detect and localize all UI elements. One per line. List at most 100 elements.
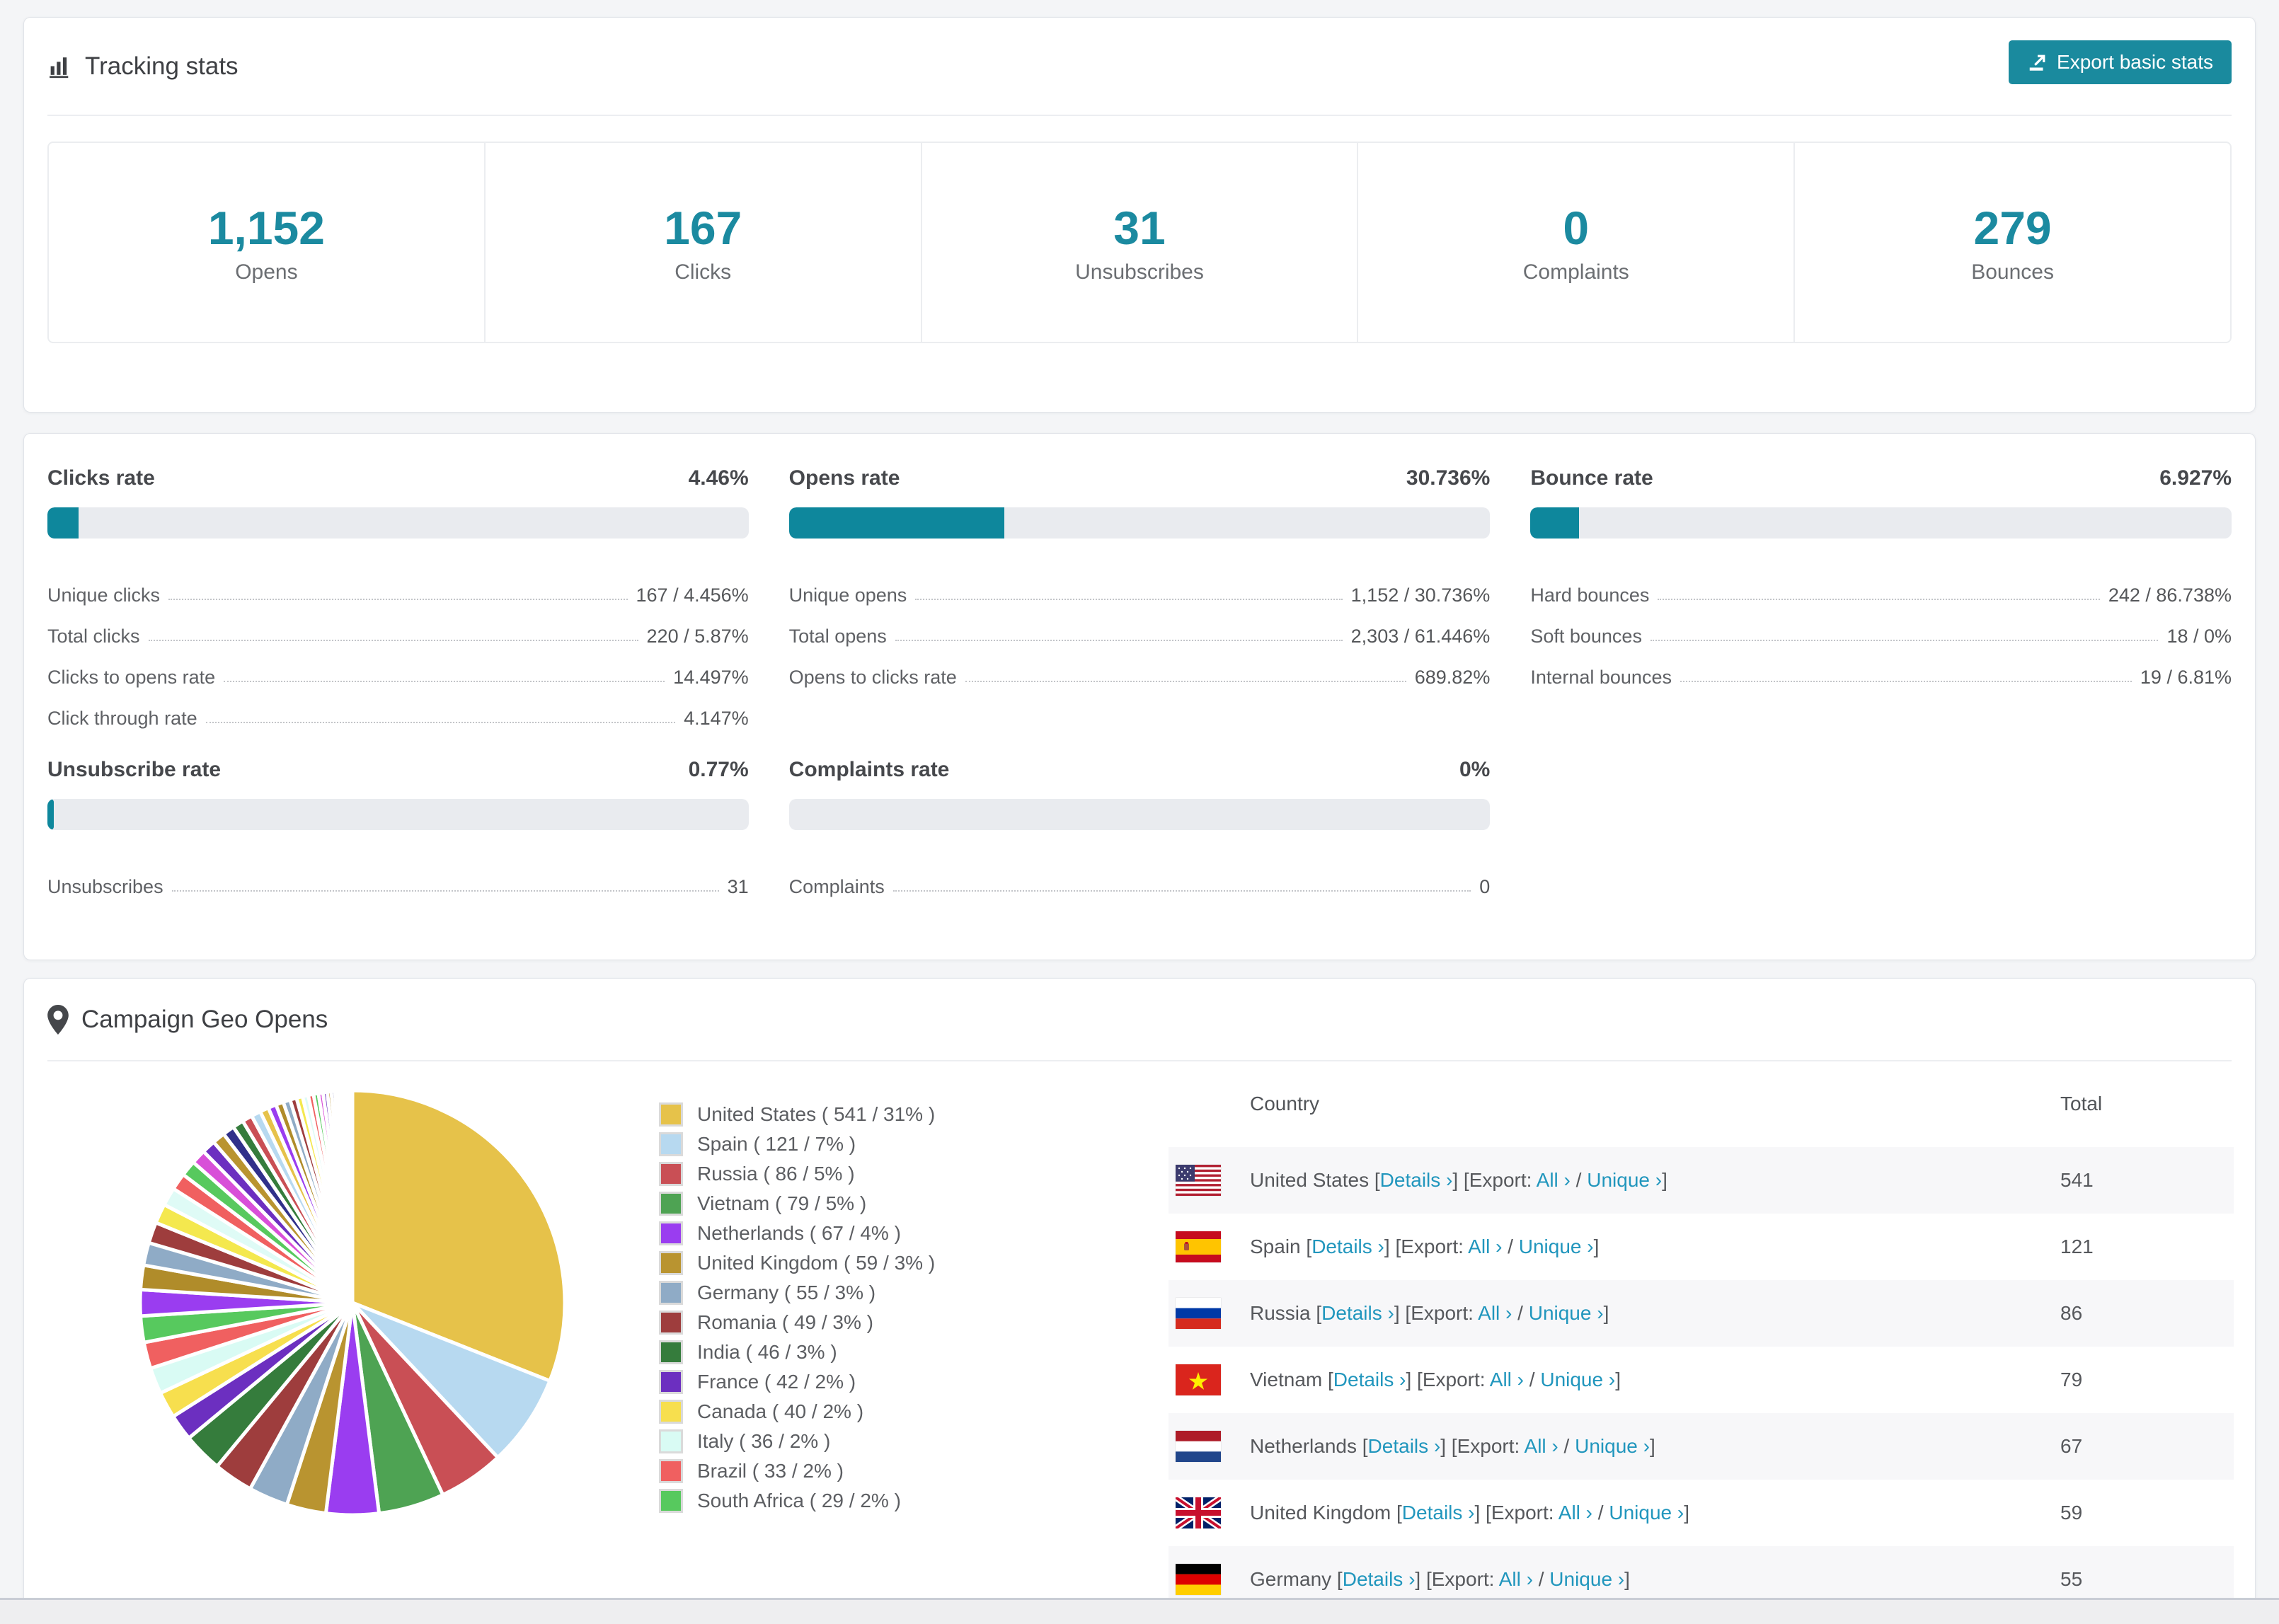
legend-label: South Africa ( 29 / 2% ) [697,1490,901,1511]
legend-item[interactable]: Canada ( 40 / 2% ) [659,1397,935,1427]
legend-label: India ( 46 / 3% ) [697,1341,837,1363]
legend-item[interactable]: Netherlands ( 67 / 4% ) [659,1219,935,1248]
legend-item[interactable]: Romania ( 49 / 3% ) [659,1308,935,1337]
country-cell: Spain [Details ›] [Export: All › / Uniqu… [1250,1236,1599,1258]
bracket-text: ] [Export: [1406,1369,1490,1390]
bracket-text: ] [1615,1369,1621,1390]
details-link[interactable]: Details › [1343,1568,1416,1590]
rate-row: Unique clicks 167 / 4.456% [47,565,749,606]
legend-item[interactable]: United States ( 541 / 31% ) [659,1100,935,1129]
details-link[interactable]: Details › [1311,1236,1384,1257]
export-unique-link[interactable]: Unique › [1540,1369,1615,1390]
legend-item[interactable]: Italy ( 36 / 2% ) [659,1427,935,1456]
export-basic-stats-button[interactable]: Export basic stats [2009,40,2232,84]
campaign-geo-opens-title: Campaign Geo Opens [81,1005,328,1033]
bracket-text: ] [1684,1502,1689,1524]
rate-row: Complaints 0 [789,857,1491,898]
progress-fill [47,799,54,830]
tracking-stats-header: Tracking stats Export basic stats [47,18,2232,116]
progress-bar [47,507,749,539]
rate-row: Unsubscribes 31 [47,857,749,898]
progress-fill [47,507,79,539]
bracket-text: [ [1331,1568,1343,1590]
legend-swatch [659,1221,683,1245]
stat-label: Complaints [1522,260,1629,284]
legend-item[interactable]: Spain ( 121 / 7% ) [659,1129,935,1159]
export-all-link[interactable]: All › [1478,1302,1512,1324]
details-link[interactable]: Details › [1380,1169,1453,1191]
progress-bar [788,507,1491,539]
bracket-text: ] [1593,1236,1600,1257]
geo-opens-pie-chart[interactable] [133,1083,572,1522]
rate-row: Hard bounces 242 / 86.738% [1530,565,2232,606]
details-link[interactable]: Details › [1321,1302,1394,1324]
rate-title: Opens rate [788,466,900,490]
legend-item[interactable]: Russia ( 86 / 5% ) [659,1159,935,1189]
legend-item[interactable]: South Africa ( 29 / 2% ) [659,1486,935,1516]
rate-header: Complaints rate 0% [789,758,1491,782]
dotted-leader [892,890,1471,892]
country-name: Netherlands [1250,1435,1357,1457]
legend-label: Brazil ( 33 / 2% ) [697,1460,844,1482]
progress-fill [788,507,1005,539]
table-row-nl: Netherlands [Details ›] [Export: All › /… [1169,1413,2234,1480]
rate-row: Unique opens 1,152 / 30.736% [789,565,1491,606]
details-link[interactable]: Details › [1368,1435,1441,1457]
rate-row-value: 220 / 5.87% [646,626,749,647]
legend-item[interactable]: France ( 42 / 2% ) [659,1367,935,1397]
export-all-link[interactable]: All › [1558,1502,1592,1524]
rate-header: Clicks rate 4.46% [47,466,749,490]
export-all-link[interactable]: All › [1468,1236,1502,1257]
rate-row-value: 2,303 / 61.446% [1350,626,1491,647]
rate-value: 0.77% [688,758,749,781]
progress-bar [47,799,749,830]
country-cell: Germany [Details ›] [Export: All › / Uni… [1250,1568,1630,1591]
stat-label: Opens [235,260,298,284]
dotted-leader [168,599,628,600]
rate-value: 0% [1459,758,1491,781]
legend-item[interactable]: United Kingdom ( 59 / 3% ) [659,1248,935,1278]
country-flag-vn [1176,1364,1221,1395]
export-all-link[interactable]: All › [1499,1568,1533,1590]
legend-label: Italy ( 36 / 2% ) [697,1430,831,1452]
rate-value: 6.927% [2159,466,2232,490]
total-value: 86 [2060,1302,2083,1324]
legend-item[interactable]: Vietnam ( 79 / 5% ) [659,1189,935,1219]
rate-row-label: Opens to clicks rate [788,667,957,688]
dotted-leader [915,599,1343,600]
legend-swatch [659,1311,683,1335]
country-name: Germany [1250,1568,1332,1590]
export-all-link[interactable]: All › [1525,1435,1558,1457]
export-unique-link[interactable]: Unique › [1549,1568,1624,1590]
stat-label: Bounces [1971,260,2054,284]
export-all-link[interactable]: All › [1490,1369,1524,1390]
rate-title: Bounce rate [1530,466,1653,490]
rate-row-label: Unsubscribes [47,876,163,897]
rate-rows: Complaints 0 [789,857,1491,898]
table-header-total: Total [2060,1092,2103,1115]
rate-row-label: Total opens [788,626,887,647]
export-all-link[interactable]: All › [1537,1169,1571,1191]
export-unique-link[interactable]: Unique › [1519,1236,1594,1257]
rate-row-label: Clicks to opens rate [47,667,216,688]
bracket-text: ] [Export: [1394,1302,1479,1324]
separator-text: / [1592,1502,1609,1524]
separator-text: / [1502,1236,1519,1257]
rate-row: Internal bounces 19 / 6.81% [1530,647,2232,689]
details-link[interactable]: Details › [1333,1369,1406,1390]
legend-item[interactable]: India ( 46 / 3% ) [659,1337,935,1367]
export-unique-link[interactable]: Unique › [1587,1169,1662,1191]
details-link[interactable]: Details › [1402,1502,1475,1524]
legend-label: Romania ( 49 / 3% ) [697,1311,873,1333]
legend-item[interactable]: Germany ( 55 / 3% ) [659,1278,935,1308]
export-unique-link[interactable]: Unique › [1609,1502,1684,1524]
legend-item[interactable]: Brazil ( 33 / 2% ) [659,1456,935,1486]
pie-slice[interactable] [348,1088,355,1303]
rate-row-label: Unique clicks [47,584,161,606]
map-pin-icon [47,1004,69,1035]
bracket-text: [ [1391,1502,1402,1524]
rate-row: Total clicks 220 / 5.87% [47,606,749,647]
legend-label: Vietnam ( 79 / 5% ) [697,1192,867,1214]
export-unique-link[interactable]: Unique › [1529,1302,1604,1324]
export-unique-link[interactable]: Unique › [1575,1435,1650,1457]
